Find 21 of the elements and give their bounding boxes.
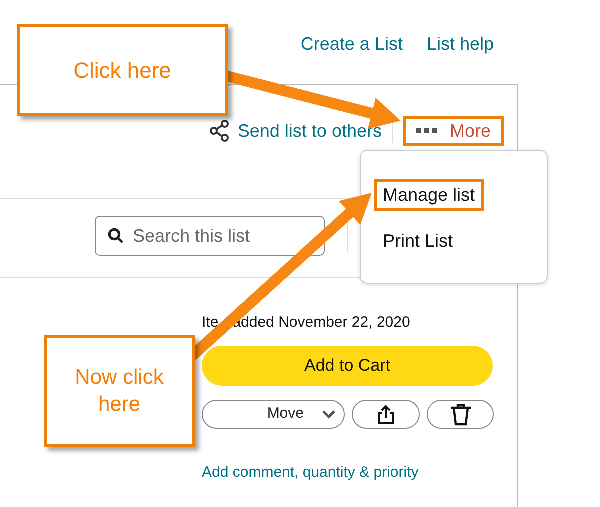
chevron-down-icon [322, 410, 336, 419]
share-icon [377, 404, 395, 424]
delete-button[interactable] [427, 400, 494, 429]
search-field[interactable]: Search this list [95, 216, 325, 256]
header-link[interactable]: List help [426, 30, 494, 58]
header-link[interactable]: Create a List [300, 30, 403, 58]
menu-item[interactable]: Print List [374, 225, 462, 257]
item-added-text: Ite [202, 313, 219, 333]
share-button[interactable] [352, 400, 420, 429]
add-comment-link[interactable]: Add comment, quantity & priority [202, 462, 495, 484]
add-to-cart-button[interactable]: Add to Cart [202, 346, 493, 386]
callout-text: Now click here [74, 365, 165, 418]
search-icon [108, 228, 124, 244]
callout-text: Click here [74, 56, 172, 84]
move-dropdown[interactable]: Move [202, 400, 345, 429]
more-button[interactable]: More [402, 116, 504, 146]
more-icon [416, 128, 438, 134]
menu-item[interactable]: Manage list [374, 179, 484, 211]
share-link[interactable]: Send list to others [210, 116, 382, 146]
share-icon [210, 120, 230, 142]
trash-icon [450, 404, 472, 426]
